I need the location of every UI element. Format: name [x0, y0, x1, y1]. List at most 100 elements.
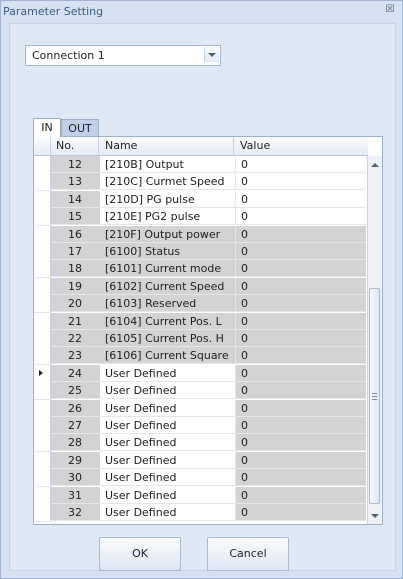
- column-header-name[interactable]: Name: [100, 137, 234, 155]
- row-indicator[interactable]: [34, 260, 51, 279]
- value-cell: 0: [235, 469, 366, 487]
- row-indicator[interactable]: [34, 451, 51, 470]
- row-number-cell: 20: [51, 295, 100, 313]
- table-row[interactable]: 13 [210C] Curmet Speed 0: [34, 173, 368, 192]
- cancel-button[interactable]: Cancel: [207, 537, 289, 571]
- row-indicator[interactable]: [34, 434, 51, 453]
- value-cell: 0: [235, 277, 366, 295]
- row-indicator[interactable]: [34, 190, 51, 209]
- parameter-setting-window: Parameter Setting ☒ Connection 1 IN OUT …: [0, 0, 403, 579]
- value-cell: 0: [235, 364, 366, 382]
- table-row[interactable]: 28 User Defined 0: [34, 434, 368, 453]
- row-indicator[interactable]: [34, 277, 51, 296]
- vertical-scrollbar[interactable]: [367, 156, 382, 524]
- row-indicator[interactable]: [34, 243, 51, 261]
- row-indicator[interactable]: [34, 225, 51, 244]
- row-number-cell: 17: [51, 243, 100, 260]
- table-row[interactable]: 16 [210F] Output power 0: [34, 225, 368, 244]
- row-number-cell: 22: [51, 330, 100, 347]
- value-cell: 0: [235, 225, 366, 243]
- row-number-cell: 27: [51, 417, 100, 434]
- table-row[interactable]: 22 [6105] Current Pos. H0: [34, 330, 368, 348]
- column-header-value[interactable]: Value: [235, 137, 368, 155]
- table-row[interactable]: 23 [6106] Current Square 0: [34, 347, 368, 366]
- row-indicator[interactable]: [34, 469, 51, 488]
- table-row[interactable]: 14 [210D] PG pulse 0: [34, 190, 368, 209]
- value-cell: 0: [235, 330, 366, 347]
- row-number-cell: 13: [51, 173, 100, 191]
- row-number-cell: 26: [51, 399, 100, 417]
- value-cell[interactable]: 0: [235, 208, 366, 226]
- row-number-cell: 15: [51, 208, 100, 226]
- table-row[interactable]: 26 User Defined 0: [34, 399, 368, 418]
- value-cell[interactable]: 0: [235, 190, 366, 208]
- name-cell: User Defined: [100, 434, 235, 452]
- value-cell[interactable]: 0: [235, 156, 366, 173]
- table-row[interactable]: 27 User Defined 0: [34, 417, 368, 435]
- name-cell: [210D] PG pulse: [100, 190, 235, 208]
- row-indicator[interactable]: [34, 504, 51, 522]
- table-row[interactable]: 15 [210E] PG2 pulse 0: [34, 208, 368, 227]
- name-cell: [6106] Current Square: [100, 347, 235, 365]
- row-indicator[interactable]: [34, 330, 51, 348]
- tab-in[interactable]: IN: [33, 118, 61, 137]
- row-indicator[interactable]: [34, 486, 51, 505]
- row-indicator[interactable]: [34, 208, 51, 227]
- name-cell: [210C] Curmet Speed: [100, 173, 235, 191]
- table-row[interactable]: 24 User Defined 0: [34, 364, 368, 383]
- value-cell: 0: [235, 417, 366, 434]
- name-cell: User Defined: [100, 486, 235, 504]
- tab-out[interactable]: OUT: [61, 119, 99, 137]
- value-cell: 0: [235, 243, 366, 260]
- row-indicator[interactable]: [34, 173, 51, 192]
- name-cell: [210E] PG2 pulse: [100, 208, 235, 226]
- name-cell: [210B] Output: [100, 156, 235, 173]
- table-row[interactable]: 29 User Defined 0: [34, 451, 368, 470]
- scroll-up-icon[interactable]: [371, 163, 379, 167]
- name-cell: User Defined: [100, 364, 235, 382]
- row-indicator[interactable]: [34, 399, 51, 418]
- row-number-cell: 21: [51, 312, 100, 330]
- value-cell: 0: [235, 451, 366, 469]
- row-indicator[interactable]: [34, 417, 51, 435]
- table-row[interactable]: 20 [6103] Reserved 0: [34, 295, 368, 314]
- row-number-cell: 30: [51, 469, 100, 487]
- name-cell: User Defined: [100, 469, 235, 487]
- scroll-down-icon[interactable]: [371, 514, 379, 518]
- row-indicator[interactable]: [34, 295, 51, 314]
- name-cell: User Defined: [100, 382, 235, 400]
- table-row[interactable]: 17 [6100] Status 0: [34, 243, 368, 261]
- value-cell: 0: [235, 295, 366, 313]
- connection-selected-value: Connection 1: [32, 49, 105, 62]
- name-cell: User Defined: [100, 504, 235, 521]
- name-cell: [6101] Current mode: [100, 260, 235, 278]
- title-bar: Parameter Setting ☒: [1, 1, 402, 23]
- row-indicator[interactable]: [34, 382, 51, 401]
- table-row[interactable]: 32 User Defined 0: [34, 504, 368, 522]
- row-number-cell: 28: [51, 434, 100, 452]
- close-icon[interactable]: ☒: [384, 4, 396, 16]
- row-indicator[interactable]: [34, 312, 51, 331]
- table-row[interactable]: 31 User Defined 0: [34, 486, 368, 505]
- current-row-arrow-icon: [39, 369, 43, 376]
- row-indicator[interactable]: [34, 347, 51, 366]
- dropdown-button[interactable]: [204, 47, 219, 62]
- column-header-no[interactable]: No.: [51, 137, 99, 155]
- table-row[interactable]: 19 [6102] Current Speed 0: [34, 277, 368, 296]
- name-cell: [210F] Output power: [100, 225, 235, 243]
- row-number-cell: 14: [51, 190, 100, 208]
- connection-dropdown[interactable]: Connection 1: [25, 45, 221, 66]
- chevron-down-icon: [208, 53, 216, 57]
- value-cell[interactable]: 0: [235, 173, 366, 191]
- grip-icon: [372, 399, 377, 400]
- table-row[interactable]: 12 [210B] Output 0: [34, 156, 368, 174]
- table-row[interactable]: 25 User Defined 0: [34, 382, 368, 401]
- row-indicator[interactable]: [34, 156, 51, 174]
- row-indicator[interactable]: [34, 364, 51, 383]
- table-row[interactable]: 18 [6101] Current mode 0: [34, 260, 368, 279]
- scrollbar-thumb[interactable]: [369, 288, 380, 504]
- value-cell: 0: [235, 434, 366, 452]
- ok-button[interactable]: OK: [99, 537, 181, 571]
- table-row[interactable]: 30 User Defined 0: [34, 469, 368, 488]
- table-row[interactable]: 21 [6104] Current Pos. L0: [34, 312, 368, 331]
